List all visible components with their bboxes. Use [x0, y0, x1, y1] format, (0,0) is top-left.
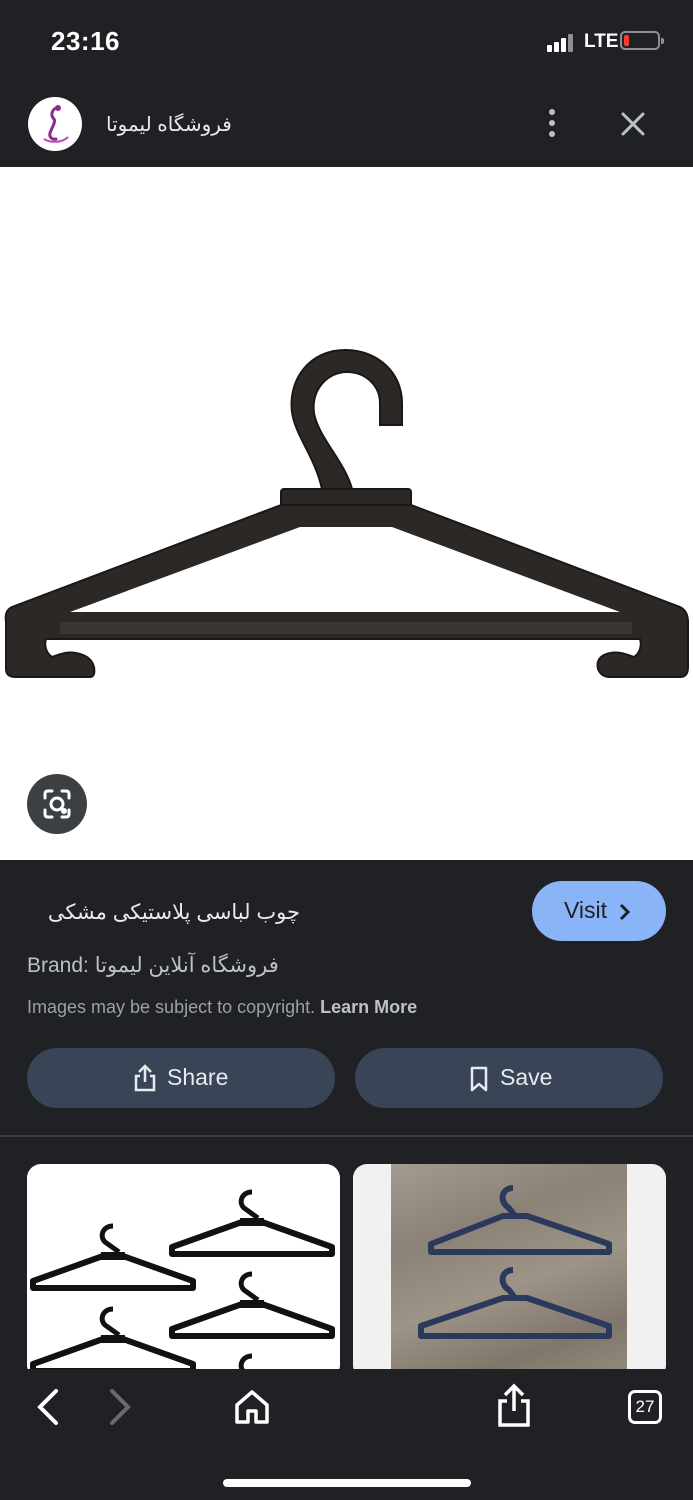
site-logo[interactable]	[28, 97, 82, 151]
result-info-panel: چوب لباسی پلاستیکی مشکی Visit Brand: فرو…	[0, 860, 693, 1136]
tabs-button[interactable]: 27	[628, 1390, 662, 1424]
battery-icon	[620, 31, 664, 50]
related-images-grid	[0, 1137, 693, 1369]
site-header: فروشگاه لیموتا	[0, 84, 693, 167]
status-time: 23:16	[51, 26, 120, 56]
hanger-image	[418, 1185, 612, 1339]
result-title: چوب لباسی پلاستیکی مشکی	[47, 901, 300, 924]
copyright-notice: Images may be subject to copyright. Lear…	[27, 997, 417, 1018]
more-options-icon[interactable]	[540, 106, 564, 142]
browser-toolbar: 27	[0, 1369, 693, 1500]
share-icon	[134, 1064, 156, 1092]
home-icon[interactable]	[232, 1387, 272, 1427]
brand-text: Brand: فروشگاه آنلاین لیموتا	[27, 954, 279, 977]
cellular-signal-icon	[547, 34, 577, 52]
learn-more-link[interactable]: Learn More	[320, 997, 417, 1017]
status-bar: 23:16 LTE	[0, 0, 693, 84]
save-label: Save	[500, 1064, 553, 1090]
network-type: LTE	[584, 31, 619, 52]
share-label: Share	[167, 1064, 229, 1090]
visit-button[interactable]: Visit	[532, 881, 666, 941]
chevron-right-icon	[619, 903, 631, 921]
related-image-2[interactable]	[353, 1164, 666, 1369]
product-image[interactable]	[0, 167, 693, 860]
visit-label: Visit	[564, 897, 608, 923]
lens-icon	[43, 789, 71, 819]
home-indicator	[223, 1479, 471, 1487]
hanger-image	[27, 1164, 340, 1369]
site-name[interactable]: فروشگاه لیموتا	[106, 112, 232, 137]
back-icon[interactable]	[34, 1387, 62, 1427]
hanger-image	[4, 348, 689, 678]
share-button[interactable]: Share	[27, 1048, 335, 1108]
bookmark-icon	[470, 1066, 488, 1092]
copyright-text: Images may be subject to copyright.	[27, 997, 316, 1017]
save-button[interactable]: Save	[355, 1048, 663, 1108]
related-image-1[interactable]	[27, 1164, 340, 1369]
close-icon[interactable]	[615, 106, 651, 142]
share-icon[interactable]	[496, 1383, 532, 1429]
forward-icon[interactable]	[106, 1387, 134, 1427]
google-lens-button[interactable]	[27, 774, 87, 834]
